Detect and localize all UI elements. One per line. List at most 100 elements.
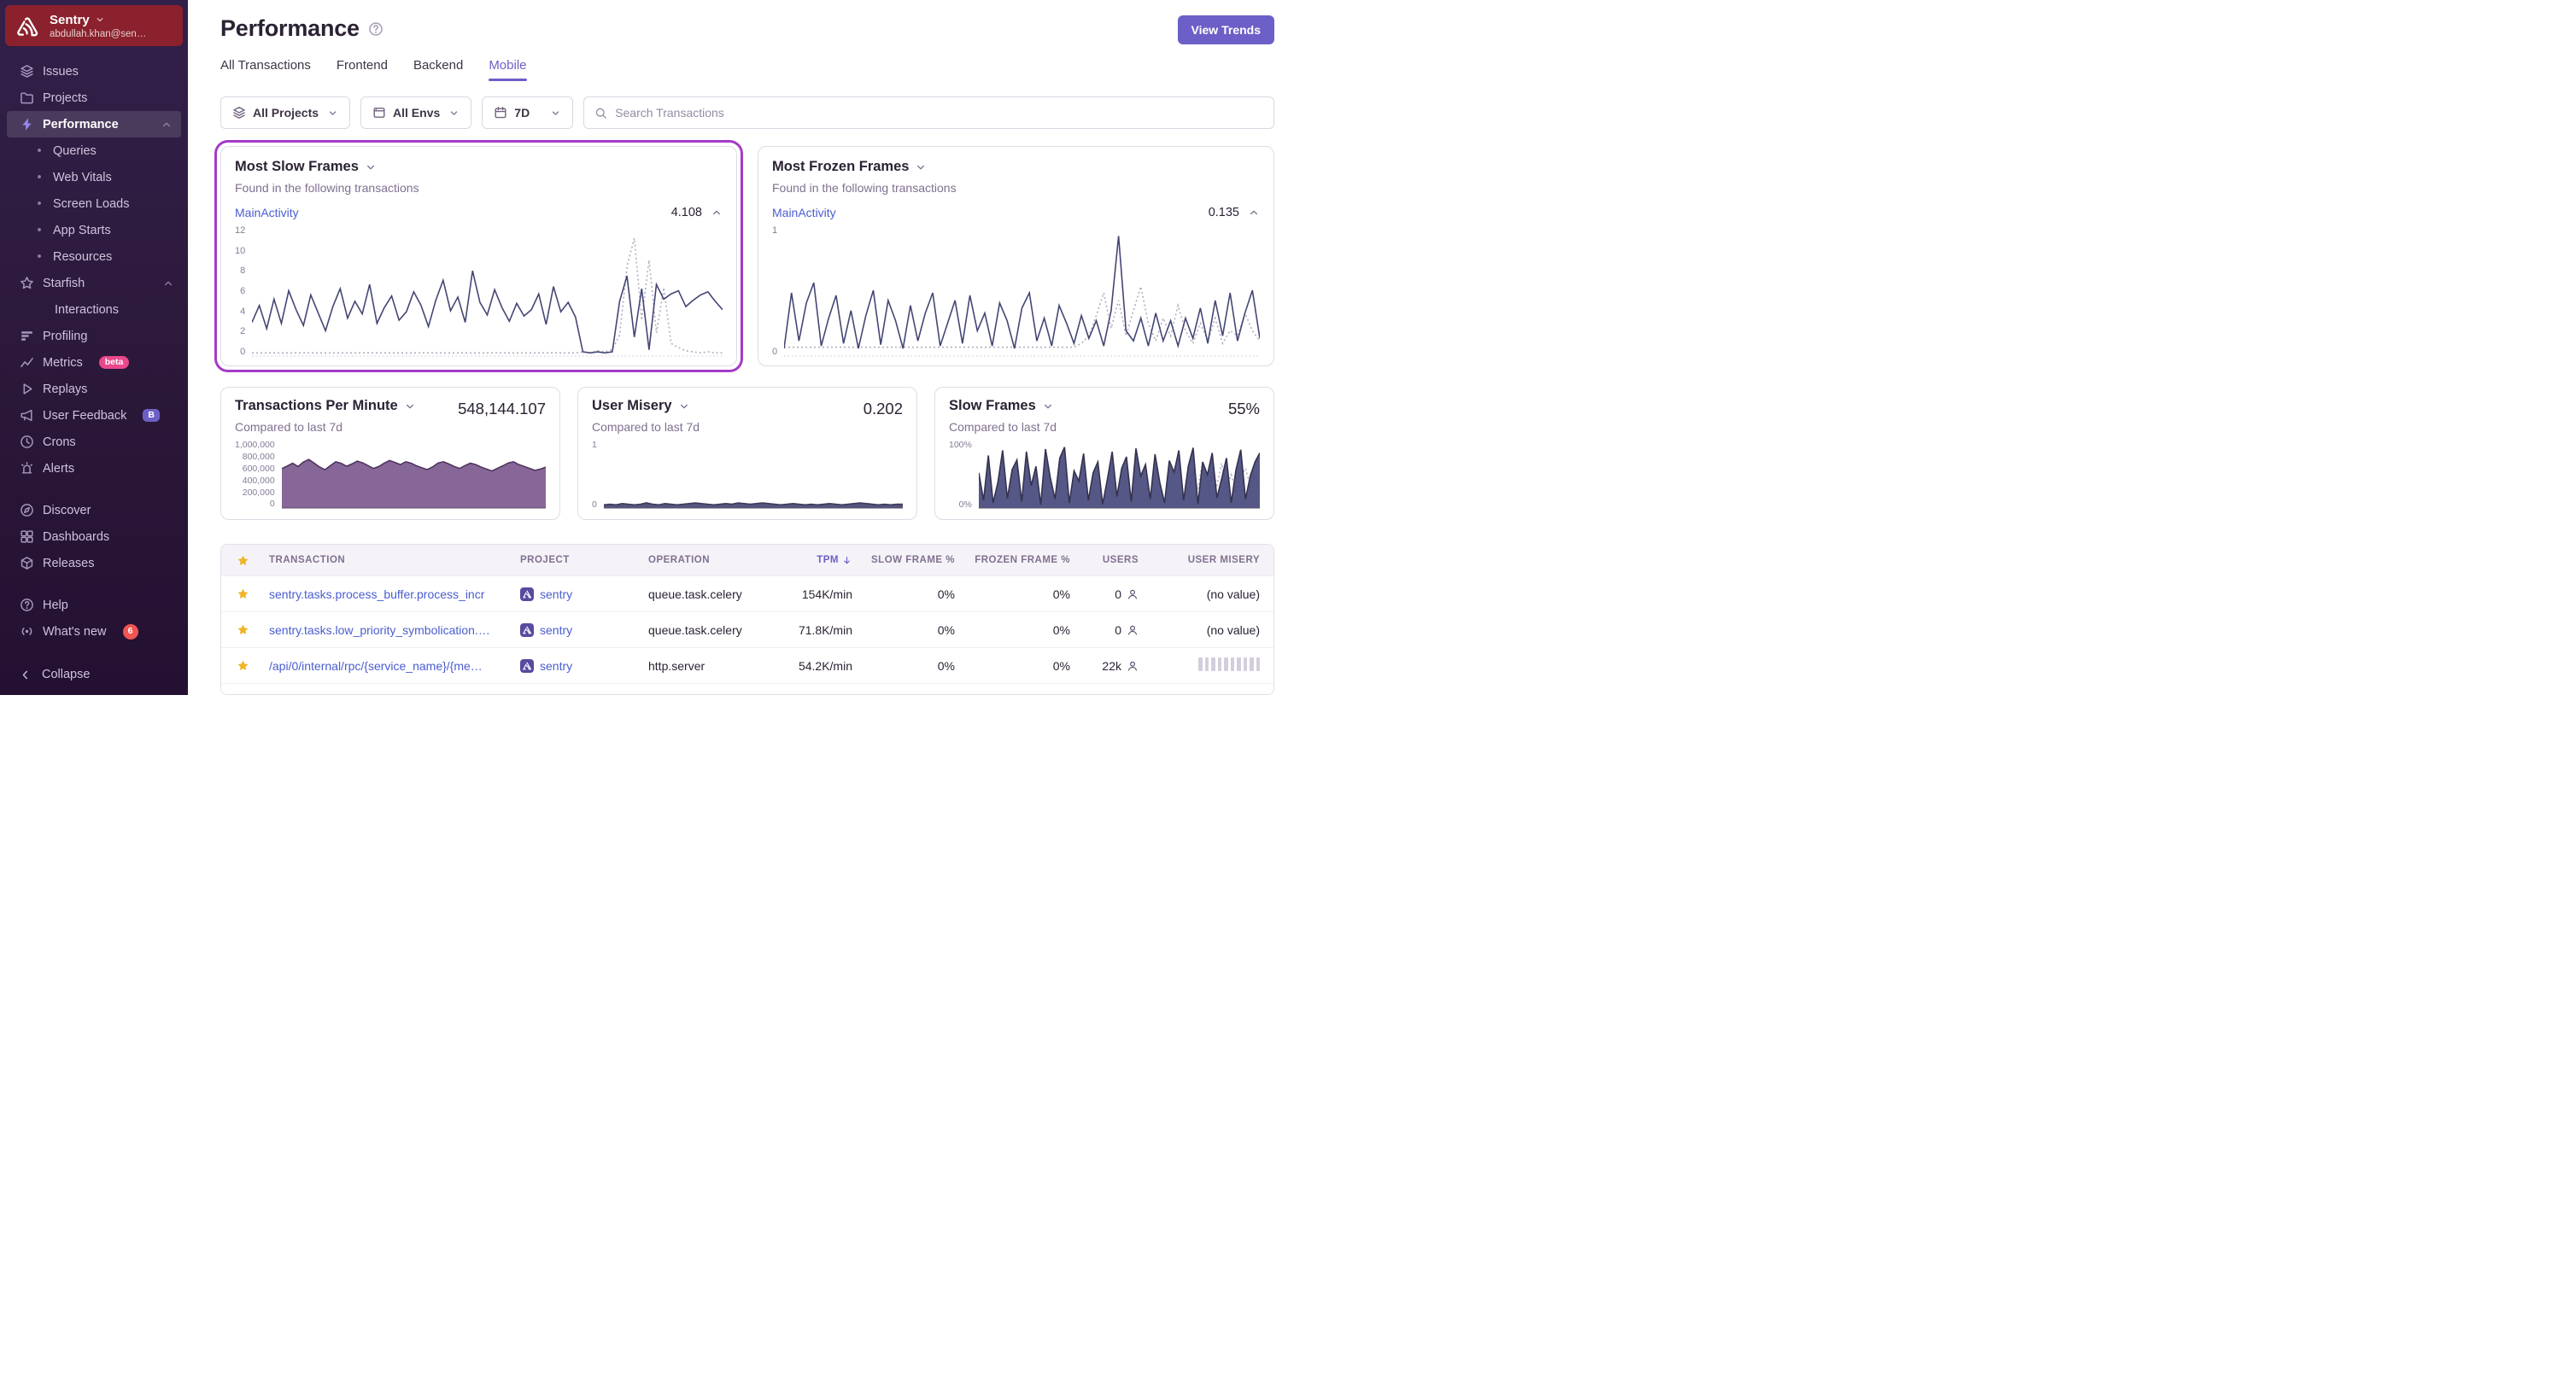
sidebar-item-resources[interactable]: • Resources (0, 243, 188, 270)
menu-gap (0, 482, 188, 497)
users-count: 0 (1115, 587, 1121, 601)
widget-value: 4.108 (670, 206, 702, 219)
sidebar-menu: Issues Projects Performance • Queries • Web Vi… (0, 46, 188, 656)
sidebar-item-dashboards[interactable]: Dashboards (0, 523, 188, 550)
sidebar-item-starfish[interactable]: Starfish (0, 270, 188, 296)
project-filter[interactable]: All Projects (220, 96, 351, 129)
sidebar-item-alerts[interactable]: Alerts (0, 455, 188, 482)
sidebar-item-performance[interactable]: Performance (7, 111, 181, 137)
slow-frame-cell: 0% (937, 587, 955, 601)
search-input[interactable] (615, 106, 1263, 120)
chevron-down-icon (550, 108, 561, 119)
table-row[interactable]: /api/0/internal/rpc/{service_name}/{me… s… (221, 647, 1273, 683)
transaction-link[interactable]: MainActivity (235, 206, 299, 219)
sidebar-item-label: Screen Loads (53, 196, 130, 211)
sidebar-item-user-feedback[interactable]: User Feedback B (0, 402, 188, 429)
star-icon[interactable] (237, 659, 249, 672)
org-switcher[interactable]: Sentry abdullah.khan@sen… (5, 5, 183, 46)
collapse-button[interactable]: Collapse (0, 656, 188, 695)
column-header-slow-frame-[interactable]: SLOW FRAME % (859, 555, 962, 565)
table-row[interactable] (221, 683, 1273, 694)
widget-most-frozen-frames: Most Frozen Frames Found in the followin… (758, 146, 1274, 366)
sidebar-item-crons[interactable]: Crons (0, 429, 188, 455)
column-header-operation[interactable]: OPERATION (641, 555, 778, 565)
sidebar-item-discover[interactable]: Discover (0, 497, 188, 523)
y-tick-label: 800,000 (242, 451, 275, 462)
sidebar-item-profiling[interactable]: Profiling (0, 323, 188, 349)
sidebar-item-app-starts[interactable]: • App Starts (0, 217, 188, 243)
sidebar-item-metrics[interactable]: Metrics beta (0, 349, 188, 376)
table-body: sentry.tasks.process_buffer.process_incr… (221, 575, 1273, 694)
y-axis-labels: 1,000,000 800,000 600,000 400,000 200,000 0 (235, 441, 275, 509)
calendar-icon (494, 106, 507, 120)
tab-all-transactions[interactable]: All Transactions (220, 58, 311, 81)
badge: B (143, 409, 160, 422)
sidebar-item-label: Crons (43, 435, 76, 449)
sidebar-item-projects[interactable]: Projects (0, 85, 188, 111)
page-title-text: Performance (220, 15, 360, 41)
y-tick-label: 0 (772, 347, 778, 357)
slow-frames-mini-chart: 100% 0% (949, 441, 1260, 509)
tab-backend[interactable]: Backend (413, 58, 463, 81)
column-header-tpm[interactable]: TPM (778, 555, 859, 566)
card-title-button[interactable]: User Misery (592, 398, 700, 414)
transaction-link[interactable]: sentry.tasks.low_priority_symbolication.… (269, 623, 490, 637)
collapse-toggle-icon[interactable] (711, 207, 723, 219)
star-icon[interactable] (237, 623, 249, 636)
star-icon[interactable] (237, 587, 249, 600)
tab-frontend[interactable]: Frontend (337, 58, 388, 81)
tpm-chart: 1,000,000 800,000 600,000 400,000 200,000 0 (235, 441, 546, 509)
column-header-frozen-frame-[interactable]: FROZEN FRAME % (962, 555, 1077, 565)
table-row[interactable]: sentry.tasks.low_priority_symbolication.… (221, 611, 1273, 647)
sidebar-item-help[interactable]: Help (0, 592, 188, 618)
org-email: abdullah.khan@sen… (50, 28, 147, 39)
y-tick-label: 0 (240, 346, 246, 357)
sidebar-item-replays[interactable]: Replays (0, 376, 188, 402)
column-header-users[interactable]: USERS (1077, 555, 1145, 565)
sidebar-item-web-vitals[interactable]: • Web Vitals (0, 164, 188, 190)
sidebar: Sentry abdullah.khan@sen… Issues Projects… (0, 0, 188, 695)
transaction-link[interactable]: sentry.tasks.process_buffer.process_incr (269, 587, 484, 601)
user-misery-cell (1145, 657, 1273, 674)
sidebar-item-releases[interactable]: Releases (0, 550, 188, 576)
profiling-icon (19, 329, 34, 344)
card-title-button[interactable]: Slow Frames (949, 398, 1057, 414)
sidebar-item-issues[interactable]: Issues (0, 58, 188, 85)
widget-value: 0.135 (1208, 206, 1239, 219)
chevron-up-icon[interactable] (162, 277, 174, 289)
project-link[interactable]: sentry (540, 623, 572, 637)
operation-cell: queue.task.celery (648, 622, 742, 637)
environment-filter[interactable]: All Envs (360, 96, 472, 129)
chevron-down-icon (448, 108, 460, 119)
column-header-project[interactable]: PROJECT (513, 555, 641, 565)
tab-mobile[interactable]: Mobile (489, 58, 527, 81)
widget-title-button[interactable]: Most Frozen Frames (772, 159, 1260, 175)
chevron-up-icon[interactable] (161, 119, 173, 131)
date-range-filter[interactable]: 7D (482, 96, 574, 129)
y-tick-label: 4 (240, 306, 246, 317)
alerts-icon (19, 461, 34, 476)
widget-title-button[interactable]: Most Slow Frames (235, 159, 723, 175)
sidebar-item-screen-loads[interactable]: • Screen Loads (0, 190, 188, 217)
project-link[interactable]: sentry (540, 659, 572, 673)
search-bar (583, 96, 1274, 129)
help-icon[interactable] (368, 21, 383, 37)
frozen-frame-cell: 0% (1052, 622, 1070, 637)
menu-gap (0, 576, 188, 592)
transaction-link[interactable]: MainActivity (772, 206, 836, 219)
sidebar-item-what-s-new[interactable]: What's new 6 (0, 618, 188, 645)
card-value: 548,144.107 (458, 400, 546, 418)
collapse-toggle-icon[interactable] (1248, 207, 1260, 219)
transaction-link[interactable]: /api/0/internal/rpc/{service_name}/{me… (269, 659, 483, 673)
sidebar-item-interactions[interactable]: Interactions (0, 296, 188, 323)
sidebar-item-label: Discover (43, 503, 91, 517)
y-tick-label: 0 (592, 499, 597, 510)
sidebar-item-queries[interactable]: • Queries (0, 137, 188, 164)
card-title-button[interactable]: Transactions Per Minute (235, 398, 416, 414)
project-link[interactable]: sentry (540, 587, 572, 601)
table-row[interactable]: sentry.tasks.process_buffer.process_incr… (221, 575, 1273, 611)
star-column-header[interactable] (221, 554, 262, 567)
column-header-transaction[interactable]: TRANSACTION (262, 555, 513, 565)
view-trends-button[interactable]: View Trends (1177, 15, 1274, 44)
column-header-user-misery[interactable]: USER MISERY (1145, 555, 1273, 565)
